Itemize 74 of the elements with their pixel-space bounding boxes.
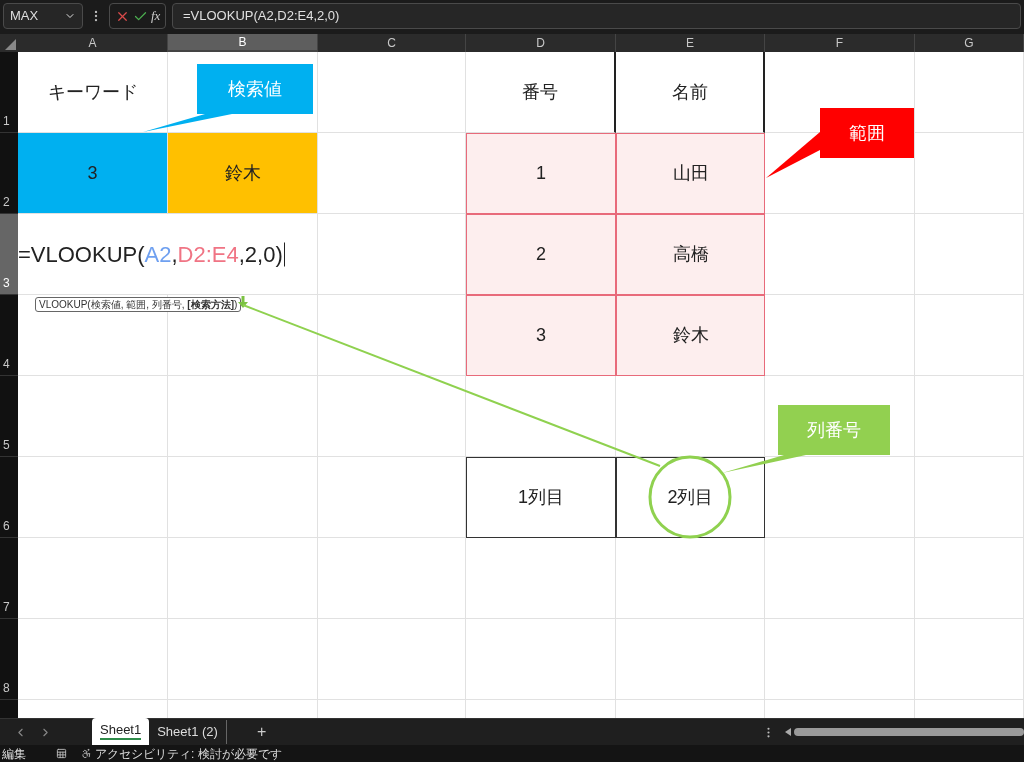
cell[interactable] xyxy=(765,538,915,619)
cell[interactable] xyxy=(318,619,466,700)
cell[interactable] xyxy=(616,538,765,619)
cell[interactable] xyxy=(915,52,1024,133)
callout-pointer xyxy=(766,132,820,178)
row-header[interactable]: 6 xyxy=(0,457,18,538)
cell[interactable] xyxy=(466,619,616,700)
row-header[interactable] xyxy=(0,700,18,718)
cell[interactable] xyxy=(915,133,1024,214)
cell[interactable] xyxy=(168,376,318,457)
row-header[interactable]: 3 xyxy=(0,214,18,295)
column-header[interactable]: E xyxy=(616,34,765,52)
cell[interactable] xyxy=(318,457,466,538)
cell[interactable] xyxy=(18,619,168,700)
accessibility-icon[interactable] xyxy=(81,748,92,759)
column-header[interactable]: C xyxy=(318,34,466,52)
cell[interactable]: 3 xyxy=(18,133,168,214)
cell[interactable]: 3 xyxy=(466,295,616,376)
cell[interactable]: 鈴木 xyxy=(616,295,765,376)
column-header[interactable]: G xyxy=(915,34,1024,52)
cell[interactable]: =VLOOKUP(A2,D2:E4,2,0) xyxy=(18,214,318,295)
cell[interactable]: 2 xyxy=(466,214,616,295)
column-header[interactable]: D xyxy=(466,34,616,52)
cell[interactable] xyxy=(616,619,765,700)
cell[interactable] xyxy=(18,538,168,619)
cell[interactable]: 1列目 xyxy=(466,457,616,538)
cell[interactable] xyxy=(915,457,1024,538)
cell[interactable]: 鈴木 xyxy=(168,133,318,214)
cell[interactable] xyxy=(168,457,318,538)
mode-text: 編集 xyxy=(2,745,26,762)
cell[interactable]: 山田 xyxy=(616,133,765,214)
cell[interactable] xyxy=(765,619,915,700)
cell[interactable] xyxy=(466,376,616,457)
cell[interactable]: 1 xyxy=(466,133,616,214)
row-header[interactable]: 2 xyxy=(0,133,18,214)
column-header[interactable]: B xyxy=(168,34,318,52)
callout-label: 範囲 xyxy=(820,108,914,158)
cell[interactable] xyxy=(915,214,1024,295)
cell[interactable] xyxy=(466,538,616,619)
cell[interactable] xyxy=(318,52,466,133)
accessibility-status[interactable]: アクセシビリティ: 検討が必要です xyxy=(95,744,282,762)
cell[interactable] xyxy=(168,538,318,619)
cell[interactable] xyxy=(18,457,168,538)
cell[interactable] xyxy=(765,295,915,376)
cell[interactable] xyxy=(168,619,318,700)
cell[interactable] xyxy=(318,538,466,619)
row-header[interactable]: 5 xyxy=(0,376,18,457)
scroll-left-icon[interactable] xyxy=(785,728,791,736)
name-box[interactable]: MAX xyxy=(3,3,83,29)
sheet-tab[interactable]: Sheet1 (2) xyxy=(149,720,227,744)
function-tooltip: VLOOKUP(検索値, 範囲, 列番号, [検索方法]) xyxy=(35,297,242,312)
horizontal-scrollbar[interactable] xyxy=(794,728,1024,736)
formula-field[interactable]: =VLOOKUP(A2,D2:E4,2,0) xyxy=(172,3,1021,29)
sheet-tab[interactable]: Sheet1 xyxy=(92,717,150,745)
cell[interactable] xyxy=(318,376,466,457)
cell[interactable] xyxy=(915,376,1024,457)
select-all-icon[interactable] xyxy=(5,39,16,50)
row-header[interactable]: 1 xyxy=(0,52,18,133)
cell[interactable] xyxy=(915,619,1024,700)
formula-text[interactable]: =VLOOKUP(A2,D2:E4,2,0) xyxy=(18,237,285,271)
cell[interactable] xyxy=(915,295,1024,376)
column-header[interactable]: F xyxy=(765,34,915,52)
sheet-icon[interactable] xyxy=(56,748,67,759)
row-header[interactable]: 8 xyxy=(0,619,18,700)
row-header[interactable]: 7 xyxy=(0,538,18,619)
add-sheet-button[interactable]: + xyxy=(252,720,271,744)
insert-function-button[interactable]: fx xyxy=(151,6,161,26)
cell[interactable] xyxy=(18,376,168,457)
column-header[interactable]: A xyxy=(18,34,168,52)
cell[interactable] xyxy=(915,538,1024,619)
row-header[interactable]: 4 xyxy=(0,295,18,376)
cell[interactable] xyxy=(616,376,765,457)
cell[interactable] xyxy=(765,214,915,295)
cell[interactable]: 高橋 xyxy=(616,214,765,295)
